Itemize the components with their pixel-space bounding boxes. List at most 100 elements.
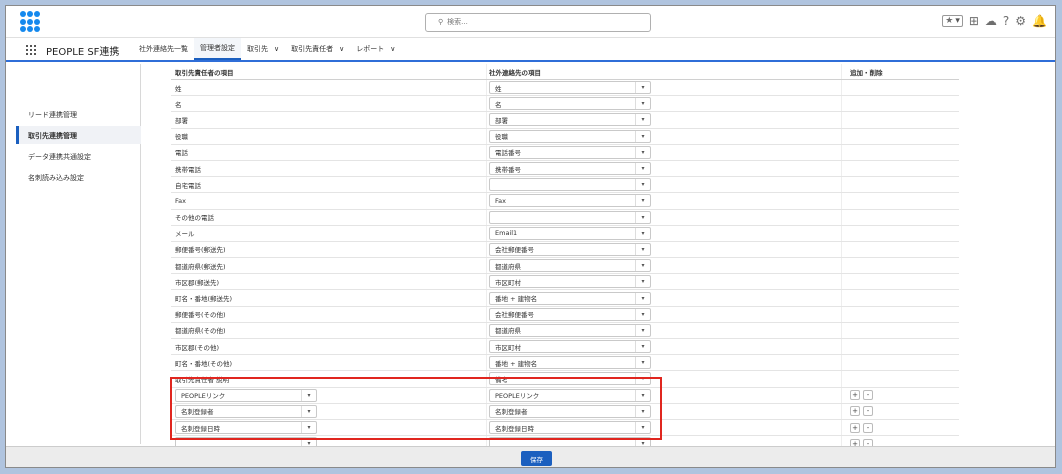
field-select[interactable]: 会社郵便番号 ▾ bbox=[489, 242, 651, 256]
gear-icon[interactable]: ⚙ bbox=[1015, 14, 1026, 28]
field-select[interactable]: 名 ▾ bbox=[489, 97, 651, 111]
mapped-field-cell: 市区町村 ▾ bbox=[487, 274, 842, 290]
add-row-button[interactable]: + bbox=[850, 422, 860, 433]
standard-field-label: メール bbox=[171, 225, 487, 241]
field-select-value: 役職 bbox=[495, 133, 508, 142]
trailhead-icon[interactable]: ☁ bbox=[985, 14, 997, 28]
action-cell: + - bbox=[842, 404, 959, 419]
nav-tab-label: 管理者設定 bbox=[200, 44, 235, 52]
chevron-down-icon: ▾ bbox=[635, 130, 650, 142]
add-row-button[interactable]: + bbox=[850, 406, 860, 417]
standard-field-label: 自宅電話 bbox=[171, 177, 487, 193]
nav-tab[interactable]: 取引先 ∨ bbox=[241, 38, 285, 60]
table-header-row: 取引先責任者の項目 社外連絡先の項目 追加・削除 bbox=[171, 64, 959, 80]
field-select[interactable]: 都道府県 ▾ bbox=[489, 323, 651, 337]
app-launcher-icon[interactable] bbox=[26, 45, 36, 55]
mapping-row: 役職 役職 ▾ bbox=[171, 128, 959, 145]
field-select[interactable]: 番地 + 建物名 ▾ bbox=[489, 291, 651, 305]
mapping-row: 市区郡(その他) 市区町村 ▾ bbox=[171, 339, 959, 356]
field-select[interactable]: 会社郵便番号 ▾ bbox=[489, 307, 651, 321]
action-cell bbox=[842, 274, 959, 289]
add-remove-buttons: + - bbox=[850, 422, 873, 433]
field-select[interactable]: Fax ▾ bbox=[489, 194, 651, 208]
global-search-input[interactable]: ⚲ 検索... bbox=[425, 13, 651, 32]
nav-tab-label: 社外連絡先一覧 bbox=[139, 45, 188, 53]
sidebar-item[interactable]: 取引先連携管理 bbox=[16, 126, 141, 144]
field-select[interactable]: ▾ bbox=[489, 210, 651, 224]
field-select[interactable]: 番地 + 建物名 ▾ bbox=[489, 356, 651, 370]
favorites-button[interactable]: ★ ▾ bbox=[942, 15, 963, 27]
field-select[interactable]: 市区町村 ▾ bbox=[489, 275, 651, 289]
sidebar-item[interactable]: 名刺読み込み設定 bbox=[16, 168, 141, 186]
field-select-value: 部署 bbox=[495, 116, 508, 125]
field-select[interactable]: 携帯番号 ▾ bbox=[489, 162, 651, 176]
mapped-field-cell: 役職 ▾ bbox=[487, 128, 842, 144]
field-select[interactable]: 姓 ▾ bbox=[489, 81, 651, 95]
mapping-row: 携帯電話 携帯番号 ▾ bbox=[171, 160, 959, 178]
nav-tab-label: レポート bbox=[356, 45, 385, 53]
mapped-field-cell: 番地 + 建物名 ▾ bbox=[487, 355, 842, 371]
standard-field-label: Fax bbox=[171, 193, 487, 209]
nav-tab[interactable]: 社外連絡先一覧 bbox=[133, 38, 194, 60]
field-select-value: 携帯番号 bbox=[495, 165, 521, 174]
nav-tab[interactable]: 管理者設定 bbox=[194, 38, 241, 60]
field-select-value: 会社郵便番号 bbox=[495, 311, 534, 320]
standard-field-label: その他の電話 bbox=[171, 209, 487, 225]
mapping-row: 電話 電話番号 ▾ bbox=[171, 144, 959, 161]
field-select[interactable]: 電話番号 ▾ bbox=[489, 145, 651, 159]
action-cell bbox=[842, 355, 959, 370]
sidebar-item[interactable]: データ連携共通設定 bbox=[16, 147, 141, 165]
nav-tab[interactable]: 取引先責任者 ∨ bbox=[285, 38, 350, 60]
chevron-down-icon: ▾ bbox=[635, 179, 650, 191]
action-cell bbox=[842, 339, 959, 354]
mapping-row: 名名 ▾ bbox=[171, 96, 959, 113]
settings-sidebar: リード連携管理 取引先連携管理 データ連携共通設定 名刺読み込み設定 bbox=[16, 64, 141, 444]
mapping-row: 部署 部署 ▾ bbox=[171, 112, 959, 129]
save-button[interactable]: 保存 bbox=[521, 451, 552, 466]
nav-tabs: 社外連絡先一覧 管理者設定 取引先 ∨ 取引先責任者 ∨ レポート ∨ bbox=[133, 38, 401, 60]
field-select[interactable]: 役職 ▾ bbox=[489, 129, 651, 143]
nav-tab[interactable]: レポート ∨ bbox=[350, 38, 401, 60]
standard-field-label: 姓 bbox=[171, 80, 487, 96]
chevron-down-icon: ▾ bbox=[635, 227, 650, 239]
field-select-value: 姓 bbox=[495, 84, 502, 93]
mapped-field-cell: 番地 + 建物名 ▾ bbox=[487, 290, 842, 306]
mapped-field-cell: Fax ▾ bbox=[487, 193, 842, 209]
header-actions: ★ ▾ ⊞ ☁ ? ⚙ 🔔 bbox=[942, 14, 1047, 28]
field-select-value: Fax bbox=[495, 196, 506, 205]
remove-row-button[interactable]: - bbox=[863, 422, 873, 433]
footer-bar: 保存 bbox=[6, 446, 1055, 467]
mapped-field-cell: Email1 ▾ bbox=[487, 225, 842, 241]
chevron-down-icon: ▾ bbox=[635, 357, 650, 369]
action-cell bbox=[842, 290, 959, 305]
standard-field-label: 郵便番号(郵送先) bbox=[171, 241, 487, 258]
standard-field-label: 町名・番地(その他) bbox=[171, 355, 487, 371]
remove-row-button[interactable]: - bbox=[863, 406, 873, 417]
mapping-row: 姓姓 ▾ bbox=[171, 80, 959, 97]
remove-row-button[interactable]: - bbox=[863, 390, 873, 401]
top-header: ⚲ 検索... ★ ▾ ⊞ ☁ ? ⚙ 🔔 bbox=[6, 6, 1055, 38]
mapped-field-cell: ▾ bbox=[487, 209, 842, 225]
chevron-down-icon[interactable]: ∨ bbox=[390, 45, 395, 53]
field-select[interactable]: 部署 ▾ bbox=[489, 113, 651, 127]
chevron-down-icon[interactable]: ∨ bbox=[274, 45, 279, 53]
add-remove-buttons: + - bbox=[850, 390, 873, 401]
nav-tab-label: 取引先責任者 bbox=[291, 45, 334, 53]
action-cell bbox=[842, 371, 959, 386]
app-window: ⚲ 検索... ★ ▾ ⊞ ☁ ? ⚙ 🔔 PEOPLE SF連携 社外連絡先一覧管… bbox=[5, 5, 1056, 468]
add-row-button[interactable]: + bbox=[850, 390, 860, 401]
add-icon[interactable]: ⊞ bbox=[969, 14, 979, 28]
field-select[interactable]: 都道府県 ▾ bbox=[489, 259, 651, 273]
field-select[interactable]: ▾ bbox=[489, 178, 651, 192]
search-placeholder: 検索... bbox=[447, 18, 468, 26]
bell-icon[interactable]: 🔔 bbox=[1032, 14, 1047, 28]
mapping-row: 自宅電話 ▾ bbox=[171, 177, 959, 194]
field-select[interactable]: Email1 ▾ bbox=[489, 226, 651, 240]
field-select[interactable]: 市区町村 ▾ bbox=[489, 340, 651, 354]
app-logo-icon[interactable] bbox=[20, 11, 42, 33]
field-select-value: 市区町村 bbox=[495, 343, 521, 352]
action-cell bbox=[842, 193, 959, 208]
sidebar-item[interactable]: リード連携管理 bbox=[16, 105, 141, 123]
help-icon[interactable]: ? bbox=[1003, 14, 1009, 28]
chevron-down-icon[interactable]: ∨ bbox=[339, 45, 344, 53]
